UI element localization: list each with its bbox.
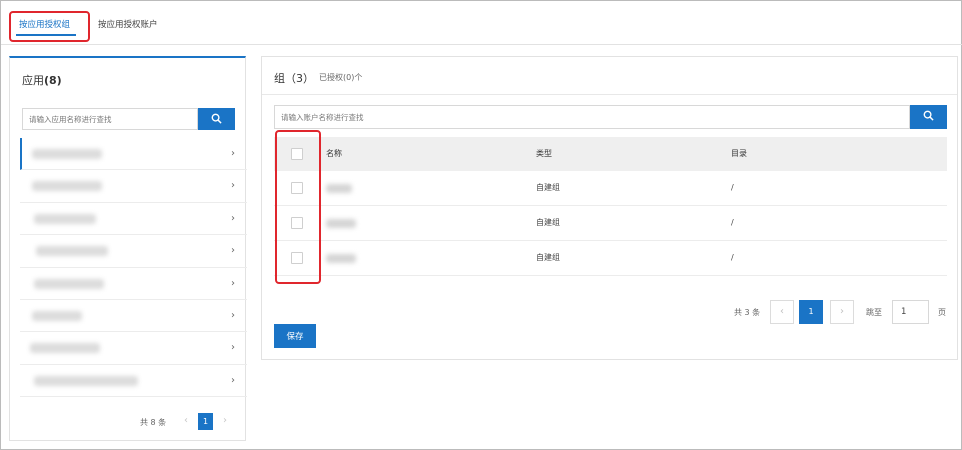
group-total-count: 共 3 条	[734, 308, 761, 317]
application-list-item[interactable]: ›	[20, 235, 247, 268]
application-pagination: 共 8 条 ‹ 1 ›	[10, 413, 247, 433]
chevron-right-icon: ›	[231, 245, 235, 257]
chevron-right-icon: ›	[231, 342, 235, 354]
goto-page-input[interactable]	[892, 300, 929, 324]
page-unit-label: 页	[938, 308, 946, 317]
redacted-application-name	[34, 375, 138, 386]
redacted-application-name	[34, 278, 104, 289]
group-pagination: 共 3 条 ‹ 1 › 跳至 页	[262, 300, 959, 324]
previous-page-icon[interactable]: ‹	[184, 415, 188, 426]
chevron-right-icon: ›	[231, 277, 235, 289]
column-header-directory: 目录	[731, 149, 747, 158]
redacted-application-name	[32, 149, 102, 159]
application-list-item[interactable]: ›	[20, 365, 247, 398]
group-panel-header: 组（3） 已授权(0)个	[262, 57, 957, 95]
redacted-application-name	[30, 343, 100, 354]
application-total-count: 共 8 条	[140, 418, 167, 427]
select-all-checkbox[interactable]	[291, 148, 303, 160]
redacted-group-name	[326, 219, 356, 228]
row-checkbox[interactable]	[291, 182, 303, 194]
chevron-right-icon: ›	[231, 180, 235, 192]
account-search-input[interactable]	[274, 105, 910, 129]
application-search-input[interactable]	[22, 108, 198, 130]
column-header-type: 类型	[536, 149, 552, 158]
redacted-application-name	[36, 246, 108, 257]
application-list: › › › › › › › ›	[20, 138, 247, 398]
application-search-button[interactable]	[198, 108, 235, 130]
previous-page-button[interactable]: ‹	[770, 300, 794, 324]
account-search	[274, 105, 947, 129]
group-directory: /	[731, 218, 734, 227]
table-row[interactable]: 自建组 /	[274, 241, 947, 276]
application-list-item[interactable]: ›	[20, 332, 247, 365]
redacted-application-name	[34, 213, 96, 224]
redacted-group-name	[326, 254, 356, 263]
redacted-application-name	[32, 310, 82, 321]
group-type: 自建组	[536, 253, 560, 262]
chevron-right-icon: ›	[231, 148, 235, 159]
current-page-button[interactable]: 1	[799, 300, 823, 324]
redacted-application-name	[32, 181, 102, 192]
application-list-item[interactable]: ›	[20, 268, 247, 300]
group-table: 名称 类型 目录 自建组 / 自建组 / 自建组 /	[274, 137, 947, 276]
group-directory: /	[731, 183, 734, 192]
next-page-button[interactable]: ›	[830, 300, 854, 324]
application-panel-title: 应用(8)	[22, 72, 62, 88]
group-panel-title: 组（3）	[274, 72, 314, 85]
tab-authorize-by-group[interactable]: 按应用授权组	[15, 18, 77, 36]
table-header: 名称 类型 目录	[274, 137, 947, 171]
application-title-text: 应用	[22, 74, 44, 87]
current-page-button[interactable]: 1	[198, 413, 213, 430]
chevron-right-icon: ›	[231, 309, 235, 321]
account-search-button[interactable]	[910, 105, 947, 129]
table-row[interactable]: 自建组 /	[274, 206, 947, 241]
application-count: (8)	[44, 74, 62, 87]
goto-page-label: 跳至	[866, 308, 882, 317]
save-button[interactable]: 保存	[274, 324, 316, 348]
chevron-right-icon: ›	[231, 212, 235, 224]
authorized-count: 已授权(0)个	[319, 73, 363, 82]
chevron-right-icon: ›	[231, 374, 235, 386]
redacted-group-name	[326, 184, 352, 193]
application-list-item[interactable]: ›	[20, 203, 247, 236]
group-type: 自建组	[536, 218, 560, 227]
column-header-name: 名称	[326, 149, 342, 158]
app-window: 按应用授权组 按应用授权账户 应用(8) › › › › › › › › 共 8…	[0, 0, 962, 450]
group-type: 自建组	[536, 183, 560, 192]
row-checkbox[interactable]	[291, 252, 303, 264]
row-checkbox[interactable]	[291, 217, 303, 229]
group-directory: /	[731, 253, 734, 262]
group-panel: 组（3） 已授权(0)个 名称 类型 目录 自建组 /	[261, 56, 958, 360]
search-icon	[211, 113, 222, 124]
table-row[interactable]: 自建组 /	[274, 171, 947, 206]
application-search	[22, 108, 235, 130]
tab-bar: 按应用授权组 按应用授权账户	[1, 1, 962, 45]
application-list-item[interactable]: ›	[20, 138, 247, 171]
next-page-icon[interactable]: ›	[223, 415, 227, 426]
tab-authorize-by-account[interactable]: 按应用授权账户	[98, 18, 158, 30]
application-panel: 应用(8) › › › › › › › › 共 8 条 ‹ 1 ›	[9, 56, 247, 441]
search-icon	[923, 110, 934, 121]
application-list-item[interactable]: ›	[20, 170, 247, 203]
application-list-item[interactable]: ›	[20, 300, 247, 333]
